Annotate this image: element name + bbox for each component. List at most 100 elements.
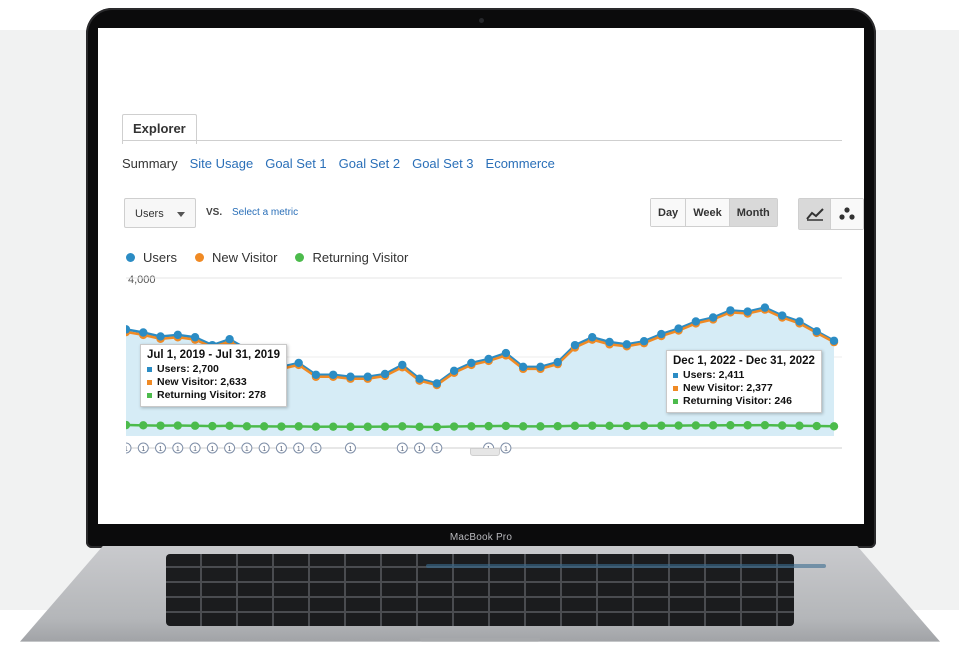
subnav-goal-set-3[interactable]: Goal Set 3 bbox=[412, 156, 473, 171]
data-point bbox=[415, 374, 424, 383]
annotation-marker-label: 1 bbox=[435, 446, 439, 453]
data-point bbox=[432, 379, 442, 388]
annotation-marker-label: 1 bbox=[504, 446, 508, 453]
data-point bbox=[743, 421, 752, 430]
data-point bbox=[346, 372, 355, 381]
data-point bbox=[329, 422, 338, 431]
data-point bbox=[777, 421, 787, 430]
tooltip-row-label: New Visitor: 2,377 bbox=[683, 382, 773, 394]
data-point bbox=[518, 422, 528, 431]
annotation-marker-label: 1 bbox=[126, 446, 128, 453]
data-point bbox=[553, 357, 562, 367]
data-point bbox=[225, 421, 234, 431]
data-point bbox=[294, 358, 303, 368]
granularity-week-button[interactable]: Week bbox=[686, 199, 730, 226]
tooltip-row-label: Returning Visitor: 278 bbox=[157, 389, 266, 401]
line-chart-icon bbox=[805, 208, 824, 221]
data-point bbox=[588, 421, 597, 430]
legend-item-new-visitor[interactable]: New Visitor bbox=[194, 250, 278, 265]
data-point bbox=[190, 421, 200, 430]
data-point bbox=[674, 324, 683, 333]
legend-item-users[interactable]: Users bbox=[126, 250, 177, 265]
granularity-toggle: Day Week Month bbox=[650, 198, 778, 227]
data-point bbox=[691, 421, 701, 430]
annotation-marker-label: 1 bbox=[400, 446, 404, 453]
subnav-goal-set-1[interactable]: Goal Set 1 bbox=[265, 156, 326, 171]
data-point bbox=[570, 340, 580, 350]
legend-label: New Visitor bbox=[211, 250, 278, 265]
granularity-day-button[interactable]: Day bbox=[651, 199, 687, 226]
legend-item-returning-visitor[interactable]: Returning Visitor bbox=[295, 250, 408, 265]
select-metric-link[interactable]: Select a metric bbox=[232, 207, 298, 218]
data-point bbox=[398, 422, 407, 431]
data-point bbox=[622, 340, 631, 349]
tooltip-row-label: New Visitor: 2,633 bbox=[157, 376, 247, 388]
subnav-site-usage[interactable]: Site Usage bbox=[190, 156, 254, 171]
series-swatch bbox=[673, 373, 678, 378]
tooltip-row-users: Users: 2,700 bbox=[147, 363, 280, 376]
lid-notch bbox=[420, 638, 540, 642]
chart-tooltip-dec-2022: Dec 1, 2022 - Dec 31, 2022 Users: 2,411 … bbox=[666, 350, 822, 413]
data-point bbox=[829, 422, 839, 431]
tooltip-row-returning-visitor: Returning Visitor: 246 bbox=[673, 395, 815, 408]
motion-chart-icon bbox=[839, 207, 855, 220]
annotation-marker-label: 1 bbox=[159, 446, 163, 453]
laptop-lid: Explorer Summary Site Usage Goal Set 1 G… bbox=[86, 8, 876, 548]
data-point bbox=[674, 421, 683, 430]
metric-select-value: Users bbox=[135, 208, 164, 220]
data-point bbox=[329, 370, 338, 379]
data-point bbox=[415, 422, 424, 432]
motion-chart-view-button[interactable] bbox=[831, 199, 863, 229]
series-swatch bbox=[673, 386, 678, 391]
data-point bbox=[173, 421, 183, 430]
device-brand-label: MacBook Pro bbox=[449, 532, 513, 543]
annotation-marker-label: 1 bbox=[279, 446, 283, 453]
data-point bbox=[812, 421, 821, 431]
data-point bbox=[657, 329, 666, 339]
timeline-scroll-handle[interactable] bbox=[470, 448, 500, 456]
data-point bbox=[156, 421, 165, 430]
chart-view-toggle bbox=[798, 198, 864, 230]
tooltip-title: Jul 1, 2019 - Jul 31, 2019 bbox=[147, 349, 280, 361]
metric-select[interactable]: Users bbox=[124, 198, 196, 228]
granularity-month-button[interactable]: Month bbox=[729, 199, 777, 226]
annotation-marker-label: 1 bbox=[314, 446, 318, 453]
data-point bbox=[346, 422, 355, 431]
data-point bbox=[795, 317, 804, 326]
data-point bbox=[536, 422, 545, 431]
series-swatch bbox=[147, 367, 152, 372]
data-point bbox=[657, 421, 666, 430]
data-point bbox=[760, 303, 770, 312]
data-point bbox=[501, 348, 511, 358]
data-point bbox=[501, 421, 511, 431]
data-point bbox=[139, 328, 148, 337]
data-point bbox=[432, 422, 442, 432]
data-point bbox=[484, 354, 493, 364]
data-point bbox=[156, 332, 165, 341]
data-point bbox=[380, 422, 390, 431]
data-point bbox=[570, 421, 580, 431]
line-chart-view-button[interactable] bbox=[799, 199, 831, 229]
tooltip-row-label: Users: 2,411 bbox=[683, 369, 745, 381]
tooltip-row-label: Users: 2,700 bbox=[157, 363, 219, 375]
data-point bbox=[605, 337, 614, 347]
subnav-summary[interactable]: Summary bbox=[122, 156, 178, 171]
annotation-marker-label: 1 bbox=[210, 446, 214, 453]
data-point bbox=[726, 306, 735, 315]
data-point bbox=[259, 422, 269, 431]
data-point bbox=[760, 420, 770, 430]
subnav-ecommerce[interactable]: Ecommerce bbox=[486, 156, 555, 171]
data-point bbox=[743, 307, 752, 316]
data-point bbox=[639, 421, 649, 431]
series-swatch bbox=[673, 399, 678, 404]
data-point bbox=[380, 369, 390, 379]
touch-bar bbox=[426, 564, 826, 568]
subnav-goal-set-2[interactable]: Goal Set 2 bbox=[339, 156, 400, 171]
data-point bbox=[467, 422, 476, 431]
tooltip-title: Dec 1, 2022 - Dec 31, 2022 bbox=[673, 355, 815, 367]
annotation-marker-label: 1 bbox=[262, 446, 266, 453]
keyboard bbox=[166, 554, 826, 626]
data-point bbox=[277, 422, 286, 431]
data-point bbox=[225, 335, 234, 344]
data-point bbox=[708, 421, 718, 430]
